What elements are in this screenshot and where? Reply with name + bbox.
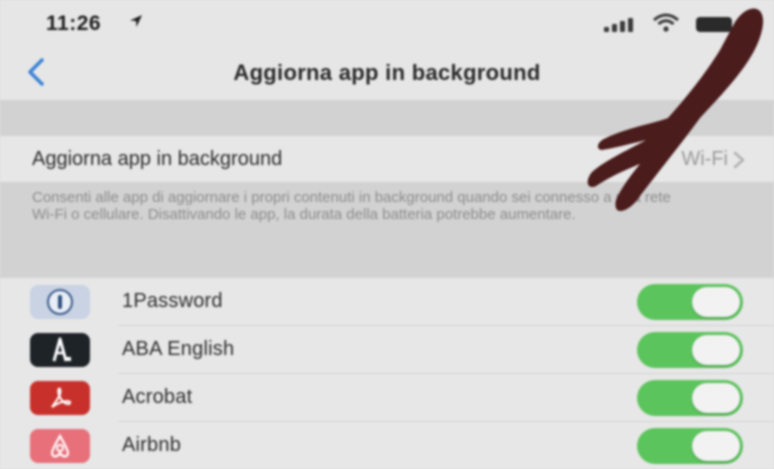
app-toggle-acrobat[interactable] [637,380,743,416]
battery-icon [696,17,732,32]
app-toggle-aba-english[interactable] [637,332,743,368]
cellular-signal-icon [604,16,638,32]
app-toggle-airbnb[interactable] [637,428,743,464]
app-list: 1Password ABA English Acrobat Airbnb [0,278,774,469]
wifi-icon [652,13,680,33]
app-toggle-1password[interactable] [637,284,743,320]
status-time: 11:26 [46,12,102,35]
navigation-bar: Aggiorna app in background [0,46,774,100]
app-name: Airbnb [122,434,182,456]
app-name: 1Password [122,290,223,312]
list-item-aba-english: ABA English [0,326,774,374]
section-spacer [0,100,774,136]
app-name: ABA English [122,338,235,360]
location-arrow-icon [128,13,144,34]
page-title: Aggiorna app in background [233,60,541,85]
list-item-1password: 1Password [0,278,774,326]
settings-screen: 11:26 Aggiorna app in background Aggiorn… [0,0,774,469]
chevron-right-icon [732,151,746,169]
airbnb-icon [30,429,90,463]
list-item-acrobat: Acrobat [0,374,774,422]
setting-value: Wi-Fi [681,148,728,170]
status-bar: 11:26 [0,0,774,46]
section-footer: Consenti alle app di aggiornare i propri… [0,182,774,278]
footer-description: Consenti alle app di aggiornare i propri… [32,189,671,223]
setting-label: Aggiorna app in background [32,148,283,170]
list-item-airbnb: Airbnb [0,422,774,469]
1password-icon [30,285,90,319]
app-name: Acrobat [122,386,193,408]
acrobat-icon [30,381,90,415]
aba-english-icon [30,333,90,367]
background-refresh-setting-row[interactable]: Aggiorna app in background Wi-Fi [0,136,774,182]
